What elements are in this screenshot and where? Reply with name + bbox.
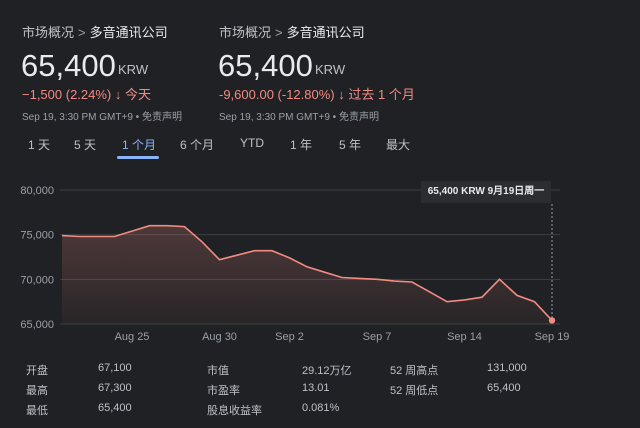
breadcrumb-market-overview[interactable]: 市场概况 — [219, 25, 271, 40]
price-change: −1,500 (2.24%) ↓ 今天 — [22, 84, 151, 103]
stat-label: 市盈率 — [207, 385, 240, 397]
stat-label: 最低 — [26, 405, 48, 417]
breadcrumb: 市场概况 > 多音通讯公司 — [219, 22, 365, 41]
y-axis-labels: 80,000 75,000 70,000 65,000 — [20, 185, 54, 331]
tab-6m[interactable]: 6 个月 — [180, 136, 214, 153]
x-tick-label: Sep 19 — [535, 331, 570, 343]
tab-1d[interactable]: 1 天 — [28, 136, 50, 153]
tab-max[interactable]: 最大 — [386, 136, 410, 153]
tab-1m[interactable]: 1 个月 — [122, 136, 156, 153]
y-tick-label: 65,000 — [20, 319, 54, 331]
x-tick-label: Sep 14 — [447, 331, 482, 343]
breadcrumb-separator: > — [78, 25, 86, 40]
stat-label: 52 周低点 — [390, 385, 439, 397]
tab-5d[interactable]: 5 天 — [74, 136, 96, 153]
tab-5y[interactable]: 5 年 — [339, 136, 361, 153]
change-period: 今天 — [125, 87, 152, 102]
x-axis-labels: Aug 25 Aug 30 Sep 2 Sep 7 Sep 14 Sep 19 — [115, 331, 570, 343]
x-tick-label: Sep 7 — [363, 331, 392, 343]
stat-value: 67,100 — [98, 362, 132, 374]
breadcrumb-market-overview[interactable]: 市场概况 — [22, 25, 74, 40]
price-change-value: −1,500 (2.24%) — [22, 87, 112, 102]
x-tick-label: Aug 25 — [115, 331, 150, 343]
company-name: 多音通讯公司 — [286, 25, 365, 40]
arrow-down-icon: ↓ — [114, 87, 122, 102]
stat-label: 52 周高点 — [390, 365, 439, 377]
stock-price: 65,400 — [21, 48, 116, 83]
price-change: -9,600.00 (-12.80%) ↓ 过去 1 个月 — [219, 84, 415, 103]
y-tick-label: 80,000 — [20, 185, 54, 197]
stat-label: 股息收益率 — [207, 405, 262, 417]
price-area — [62, 225, 552, 324]
stat-label: 最高 — [26, 385, 48, 397]
stat-value: 0.081% — [302, 402, 340, 414]
company-name: 多音通讯公司 — [89, 25, 168, 40]
x-tick-label: Sep 2 — [275, 331, 304, 343]
stat-label: 开盘 — [26, 365, 48, 377]
stat-value: 131,000 — [487, 362, 527, 374]
quote-timestamp[interactable]: Sep 19, 3:30 PM GMT+9 • 免责声明 — [22, 108, 182, 123]
y-tick-label: 70,000 — [20, 274, 54, 286]
x-tick-label: Aug 30 — [202, 331, 237, 343]
arrow-down-icon: ↓ — [338, 87, 345, 102]
breadcrumb-separator: > — [275, 25, 283, 40]
stat-label: 市值 — [207, 365, 229, 377]
stat-value: 67,300 — [98, 382, 132, 394]
tab-1y[interactable]: 1 年 — [290, 136, 312, 153]
stat-value: 65,400 — [98, 402, 132, 414]
active-tab-indicator — [117, 156, 159, 159]
currency-label: KRW — [315, 62, 346, 77]
currency-label: KRW — [118, 62, 149, 77]
quote-timestamp[interactable]: Sep 19, 3:30 PM GMT+9 • 免责声明 — [219, 108, 379, 123]
change-period: 过去 1 个月 — [348, 87, 415, 102]
hover-point — [548, 317, 556, 324]
stat-value: 65,400 — [487, 382, 521, 394]
stock-price: 65,400 — [218, 48, 313, 83]
stat-value: 29.12万亿 — [302, 365, 352, 377]
stat-value: 13.01 — [302, 382, 330, 394]
breadcrumb: 市场概况 > 多音通讯公司 — [22, 22, 168, 41]
tab-ytd[interactable]: YTD — [240, 136, 264, 150]
y-tick-label: 75,000 — [20, 230, 54, 242]
chart-tooltip: 65,400 KRW 9月19日周一 — [421, 181, 551, 203]
price-change-value: -9,600.00 (-12.80%) — [219, 87, 335, 102]
